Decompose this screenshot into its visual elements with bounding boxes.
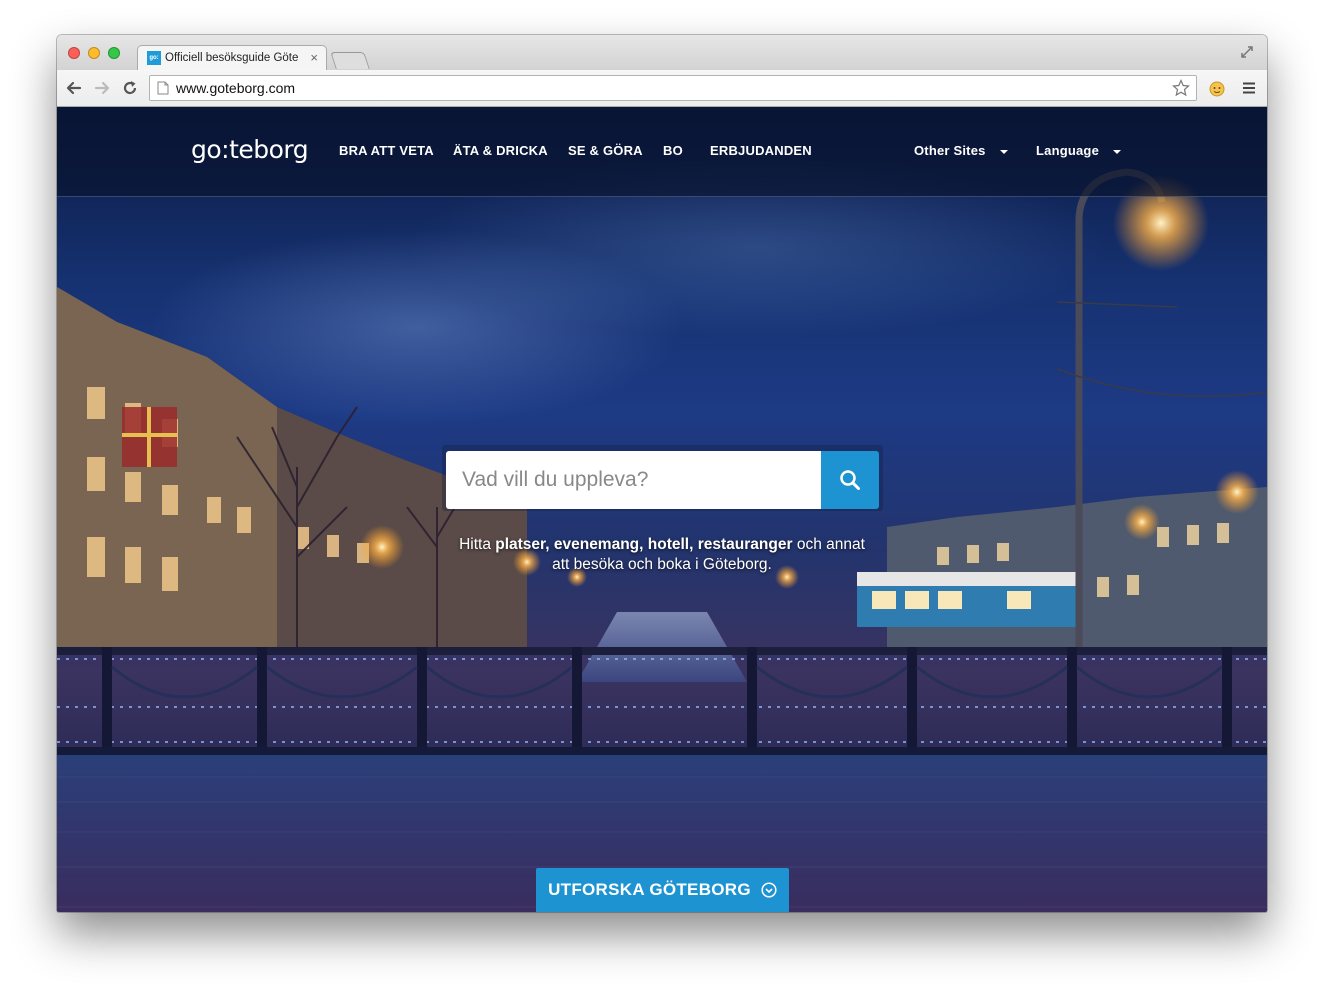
- address-bar[interactable]: www.goteborg.com: [149, 75, 1197, 101]
- menu-icon[interactable]: [1242, 81, 1256, 95]
- language-dropdown[interactable]: Language: [1036, 143, 1121, 158]
- page-icon: [157, 81, 169, 95]
- close-window-button[interactable]: [68, 47, 80, 59]
- browser-toolbar: www.goteborg.com: [57, 70, 1267, 107]
- other-sites-label: Other Sites: [914, 143, 986, 158]
- site-header: go:teborg BRA ATT VETA ÄTA & DRICKA SE &…: [57, 107, 1267, 197]
- tagline-text: Hitta: [459, 536, 496, 553]
- tab-close-icon[interactable]: ×: [310, 50, 318, 65]
- search-button[interactable]: [821, 451, 879, 509]
- hero-tagline: Hitta platser, evenemang, hotell, restau…: [457, 535, 867, 575]
- forward-icon[interactable]: [93, 79, 111, 97]
- tagline-keyword: hotell: [647, 536, 690, 553]
- chevron-down-icon: [1113, 149, 1121, 154]
- tab-strip: go: Officiell besöksguide Göte ×: [57, 35, 1267, 70]
- chevron-down-circle-icon: [761, 882, 777, 898]
- back-icon[interactable]: [65, 79, 83, 97]
- web-page: go:teborg BRA ATT VETA ÄTA & DRICKA SE &…: [57, 107, 1267, 912]
- explore-button-label: UTFORSKA GÖTEBORG: [548, 880, 751, 899]
- tagline-separator: ,: [689, 536, 698, 553]
- tab-title: Officiell besöksguide Göte: [165, 52, 299, 64]
- nav-erbjudanden[interactable]: ERBJUDANDEN: [710, 143, 812, 158]
- browser-tab[interactable]: go: Officiell besöksguide Göte ×: [137, 45, 327, 70]
- fullscreen-icon[interactable]: [1239, 44, 1255, 60]
- tagline-separator: ,: [639, 536, 648, 553]
- other-sites-dropdown[interactable]: Other Sites: [914, 143, 1008, 158]
- chevron-down-icon: [999, 149, 1008, 154]
- minimize-window-button[interactable]: [88, 47, 100, 59]
- reload-icon[interactable]: [121, 79, 139, 97]
- nav-ata-dricka[interactable]: ÄTA & DRICKA: [453, 143, 548, 158]
- nav-bo[interactable]: BO: [663, 143, 683, 158]
- new-tab-button[interactable]: [330, 52, 370, 69]
- nav-bra-att-veta[interactable]: BRA ATT VETA: [339, 143, 434, 158]
- url-text: www.goteborg.com: [176, 80, 296, 96]
- site-logo[interactable]: go:teborg: [191, 135, 309, 164]
- zoom-window-button[interactable]: [108, 47, 120, 59]
- browser-window: go: Officiell besöksguide Göte × www.got…: [57, 35, 1267, 912]
- nav-se-gora[interactable]: SE & GÖRA: [568, 143, 643, 158]
- tagline-keyword: platser: [495, 536, 546, 553]
- star-icon[interactable]: [1172, 79, 1190, 97]
- favicon-icon: go:: [147, 51, 161, 65]
- tagline-keyword: evenemang: [553, 536, 640, 553]
- tagline-separator: ,: [545, 536, 554, 553]
- search-input[interactable]: [446, 451, 821, 509]
- window-controls: [68, 47, 120, 59]
- extension-icon[interactable]: [1207, 78, 1227, 98]
- tagline-keyword: restauranger: [697, 536, 793, 553]
- language-label: Language: [1036, 143, 1099, 158]
- explore-goteborg-button[interactable]: UTFORSKA GÖTEBORG: [536, 868, 789, 912]
- search-icon: [840, 470, 860, 490]
